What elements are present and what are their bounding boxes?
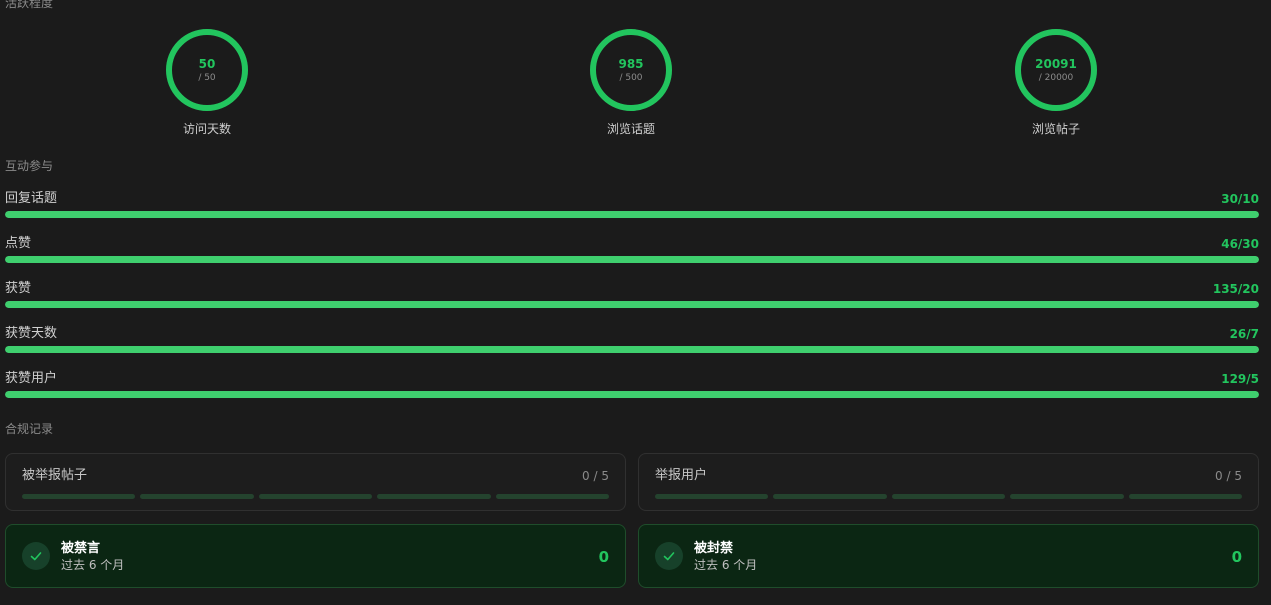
- section-title-compliance: 合规记录: [5, 422, 54, 436]
- ring-target: / 20000: [1038, 73, 1074, 83]
- ring-visit-days: 50 / 50 访问天数: [147, 28, 267, 136]
- ring-value: 985: [618, 57, 644, 71]
- ring-target: / 50: [198, 73, 216, 83]
- ring-label: 浏览帖子: [1031, 122, 1080, 136]
- progress-bar-fill: [5, 391, 1259, 398]
- segment: [140, 494, 254, 499]
- section-title-activity: 活跃程度: [5, 0, 54, 10]
- progress-bar-fill: [5, 211, 1259, 218]
- metric-label: 点赞: [5, 236, 32, 251]
- metric-label: 获赞天数: [5, 326, 58, 341]
- segment: [1010, 494, 1124, 499]
- metric-replies: 回复话题 30/10: [5, 191, 1259, 221]
- segment: [1128, 494, 1243, 499]
- status-subtitle: 过去 6 个月: [61, 558, 125, 572]
- ring-topics-viewed: 985 / 500 浏览话题: [571, 28, 691, 136]
- ring-posts-read: 20091 / 20000 浏览帖子: [996, 28, 1116, 136]
- segment: [377, 494, 491, 499]
- metric-label: 获赞: [5, 281, 32, 296]
- check-icon: [655, 542, 683, 570]
- progress-bar: [5, 256, 1259, 263]
- section-title-engagement: 互动参与: [5, 159, 54, 173]
- segment: [22, 494, 136, 499]
- metric-value: 30/10: [1221, 192, 1259, 206]
- card-count: 0 / 5: [582, 469, 609, 483]
- segment: [773, 494, 887, 499]
- reported-posts-card: 被举报帖子 0 / 5: [5, 453, 626, 511]
- segment-bar: [22, 494, 610, 499]
- silenced-status-card: 被禁言 过去 6 个月 0: [5, 524, 626, 588]
- ring-value: 50: [198, 57, 216, 71]
- progress-bar: [5, 346, 1259, 353]
- metric-value: 26/7: [1229, 327, 1259, 341]
- segment: [495, 494, 610, 499]
- metric-label: 获赞用户: [5, 371, 58, 386]
- progress-ring: 50 / 50: [165, 28, 249, 112]
- segment-bar: [655, 494, 1243, 499]
- progress-ring: 20091 / 20000: [1014, 28, 1098, 112]
- trust-level-panel: 活跃程度 50 / 50 访问天数 985 / 500 浏览话题 20091 /…: [0, 0, 1271, 605]
- metric-value: 135/20: [1212, 282, 1259, 296]
- progress-bar-fill: [5, 256, 1259, 263]
- progress-bar-fill: [5, 346, 1259, 353]
- progress-ring: 985 / 500: [589, 28, 673, 112]
- metric-label: 回复话题: [5, 191, 58, 206]
- metric-liked-days: 获赞天数 26/7: [5, 326, 1259, 356]
- ring-label: 访问天数: [182, 122, 231, 136]
- metric-likes-received: 获赞 135/20: [5, 281, 1259, 311]
- progress-bar: [5, 301, 1259, 308]
- progress-bar: [5, 391, 1259, 398]
- metric-likes-given: 点赞 46/30: [5, 236, 1259, 266]
- status-title: 被封禁: [694, 541, 734, 556]
- ring-value: 20091: [1035, 57, 1077, 71]
- progress-bar-fill: [5, 301, 1259, 308]
- segment: [258, 494, 373, 499]
- metric-value: 129/5: [1221, 372, 1259, 386]
- ring-target: / 500: [619, 73, 643, 83]
- status-title: 被禁言: [61, 541, 101, 556]
- segment: [655, 494, 769, 499]
- metric-value: 46/30: [1221, 237, 1259, 251]
- suspended-status-card: 被封禁 过去 6 个月 0: [638, 524, 1259, 588]
- ring-label: 浏览话题: [606, 122, 655, 136]
- segment: [891, 494, 1006, 499]
- status-value: 0: [598, 548, 609, 566]
- status-subtitle: 过去 6 个月: [694, 558, 758, 572]
- status-value: 0: [1231, 548, 1242, 566]
- card-label: 举报用户: [655, 468, 708, 483]
- metric-liked-users: 获赞用户 129/5: [5, 371, 1259, 401]
- card-count: 0 / 5: [1215, 469, 1242, 483]
- reported-users-card: 举报用户 0 / 5: [638, 453, 1259, 511]
- check-icon: [22, 542, 50, 570]
- card-label: 被举报帖子: [22, 468, 88, 483]
- progress-bar: [5, 211, 1259, 218]
